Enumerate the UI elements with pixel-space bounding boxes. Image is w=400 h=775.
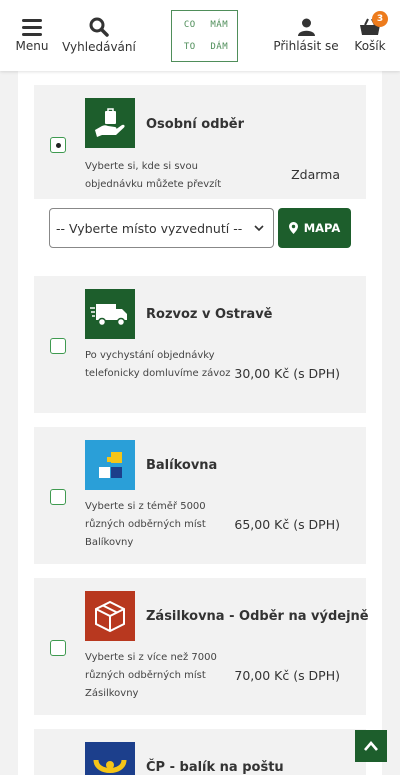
logo-word: DÁM — [210, 42, 229, 52]
shipping-option-czech-post[interactable]: ČP - balík na poštu — [34, 729, 366, 775]
shipping-radio-local-delivery[interactable] — [50, 338, 66, 354]
shipping-option-personal-pickup[interactable]: Osobní odběr Vyberte si, kde si svou obj… — [34, 85, 366, 199]
shipping-title: Osobní odběr — [146, 117, 245, 132]
cart-button[interactable]: Košík 3 — [348, 0, 392, 71]
logo-word: TO — [183, 42, 196, 52]
shipping-radio-personal-pickup[interactable] — [50, 137, 66, 153]
menu-label: Menu — [15, 38, 49, 53]
shipping-title: Zásilkovna - Odběr na výdejně — [146, 609, 369, 624]
search-label: Vyhledávání — [62, 40, 136, 54]
balikovna-logo-icon — [85, 440, 135, 490]
hamburger-icon — [22, 18, 42, 36]
shipping-description: Vyberte si z více než 7000 různých odběr… — [85, 652, 217, 699]
map-button[interactable]: MAPA — [278, 208, 351, 248]
login-label: Přihlásit se — [273, 39, 339, 53]
site-logo[interactable]: CO MÁM TO DÁM — [171, 10, 238, 62]
shipping-option-local-delivery[interactable]: Rozvoz v Ostravě Po vychystání objednávk… — [34, 276, 366, 413]
shipping-option-zasilkovna[interactable]: Zásilkovna - Odběr na výdejně Vyberte si… — [34, 578, 369, 715]
zasilkovna-box-icon — [85, 591, 135, 641]
shipping-price: 30,00 Kč (s DPH) — [234, 366, 340, 381]
pickup-select-value: -- Vyberte místo vyzvednutí -- — [56, 220, 243, 236]
map-button-label: MAPA — [303, 221, 341, 235]
search-icon — [89, 17, 109, 37]
shipping-description: Vyberte si z téměř 5000 různých odběrnýc… — [85, 501, 206, 548]
posthorn-icon — [85, 742, 135, 775]
pickup-location-select[interactable]: -- Vyberte místo vyzvednutí -- — [49, 208, 274, 248]
shipping-option-balikovna[interactable]: Balíkovna Vyberte si z téměř 5000 různýc… — [34, 427, 366, 564]
scroll-to-top-button[interactable] — [355, 730, 387, 762]
delivery-truck-icon — [85, 289, 135, 339]
cart-label: Košík — [354, 39, 386, 53]
shipping-description: Po vychystání objednávky telefonicky dom… — [85, 350, 231, 379]
logo-word: MÁM — [210, 20, 229, 30]
logo-word: CO — [183, 20, 196, 30]
shipping-radio-zasilkovna[interactable] — [50, 640, 66, 656]
shipping-price: 70,00 Kč (s DPH) — [234, 668, 340, 683]
shipping-title: Rozvoz v Ostravě — [146, 307, 273, 322]
login-button[interactable]: Přihlásit se — [270, 0, 342, 71]
cart-count-badge: 3 — [372, 11, 388, 27]
shipping-radio-balikovna[interactable] — [50, 489, 66, 505]
user-icon — [297, 18, 315, 36]
hand-package-icon — [85, 98, 135, 148]
shipping-title: Balíkovna — [146, 458, 218, 473]
shipping-description: Vyberte si, kde si svou objednávku můžet… — [85, 161, 222, 190]
site-header: Menu Vyhledávání CO MÁM TO DÁM Přihlásit… — [0, 0, 400, 71]
shipping-panel: Osobní odběr Vyberte si, kde si svou obj… — [18, 71, 382, 775]
shipping-price: Zdarma — [291, 167, 340, 182]
shipping-price: 65,00 Kč (s DPH) — [234, 517, 340, 532]
menu-button[interactable]: Menu — [8, 0, 56, 71]
map-pin-icon — [288, 222, 298, 234]
search-button[interactable]: Vyhledávání — [60, 0, 138, 71]
chevron-down-icon — [254, 225, 264, 232]
shipping-title: ČP - balík na poštu — [146, 760, 284, 775]
chevron-up-icon — [364, 741, 378, 751]
